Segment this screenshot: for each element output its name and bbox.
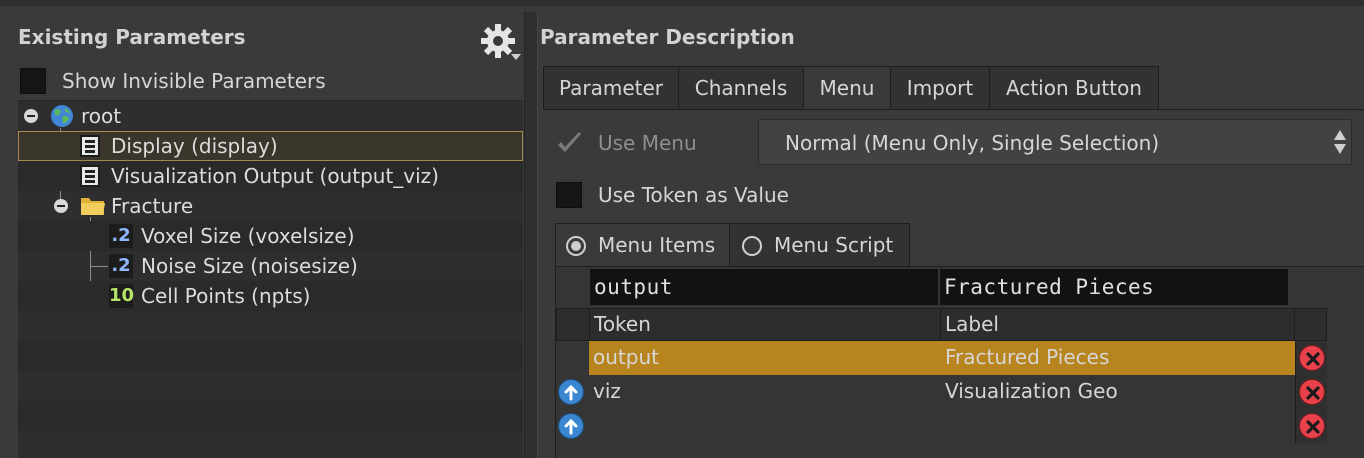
- menu-items-label: Menu Items: [598, 233, 716, 257]
- gear-icon[interactable]: [478, 22, 522, 62]
- tab-action-button[interactable]: Action Button: [989, 66, 1159, 110]
- existing-parameters-title: Existing Parameters: [18, 25, 246, 49]
- tree-item-root[interactable]: root: [18, 101, 523, 131]
- menu-item-row[interactable]: viz Visualization Geo: [589, 375, 1295, 409]
- token-column-header[interactable]: Token: [589, 308, 941, 341]
- menu-script-radio[interactable]: [742, 236, 762, 256]
- tree-empty-row: [18, 341, 523, 371]
- tree-item-display[interactable]: Display (display): [18, 131, 523, 161]
- delete-cell: [1295, 409, 1327, 443]
- float-parm-icon: .2: [109, 224, 133, 248]
- token-cell[interactable]: output: [593, 345, 659, 369]
- row-gutter: [556, 375, 589, 409]
- tab-import[interactable]: Import: [890, 66, 990, 110]
- panel-splitter[interactable]: [524, 12, 538, 458]
- menu-parm-icon: [80, 135, 100, 157]
- parameter-description-title: Parameter Description: [540, 25, 795, 49]
- collapse-icon[interactable]: [24, 109, 38, 123]
- tree-empty-row: [18, 311, 523, 341]
- tree-empty-row: [18, 431, 523, 458]
- token-cell[interactable]: viz: [593, 379, 621, 403]
- tree-empty-row: [18, 371, 523, 401]
- menu-type-value: Normal (Menu Only, Single Selection): [785, 131, 1160, 155]
- label-edit-field[interactable]: Fractured Pieces: [940, 269, 1288, 305]
- tree-item-visualization-output[interactable]: Visualization Output (output_viz): [18, 161, 523, 191]
- menu-item-row[interactable]: [589, 409, 1295, 443]
- label-column-header[interactable]: Label: [940, 308, 1295, 341]
- token-edit-field[interactable]: output: [590, 269, 938, 305]
- tree-item-noise-size[interactable]: .2 Noise Size (noisesize): [18, 251, 523, 281]
- tree-item-label: Noise Size (noisesize): [141, 254, 358, 278]
- tree-empty-row: [18, 401, 523, 431]
- tree-item-voxel-size[interactable]: .2 Voxel Size (voxelsize): [18, 221, 523, 251]
- delete-column-header: [1294, 308, 1327, 341]
- tree-item-label: Visualization Output (output_viz): [111, 164, 439, 188]
- menu-type-dropdown[interactable]: Normal (Menu Only, Single Selection): [758, 119, 1352, 165]
- delete-row-button[interactable]: [1299, 345, 1325, 371]
- tab-menu[interactable]: Menu: [803, 66, 891, 110]
- use-token-label: Use Token as Value: [598, 183, 789, 207]
- tab-parameter[interactable]: Parameter: [543, 66, 679, 110]
- move-up-button[interactable]: [558, 379, 584, 405]
- tree-item-label: root: [81, 104, 122, 128]
- delete-row-button[interactable]: [1299, 379, 1325, 405]
- folder-icon: [80, 195, 106, 217]
- menu-items-radio[interactable]: [566, 236, 586, 256]
- collapse-icon[interactable]: [54, 199, 68, 213]
- tree-item-label: Display (display): [111, 134, 278, 158]
- updown-arrow-icon: [1333, 126, 1347, 158]
- delete-cell: [1295, 341, 1327, 375]
- use-menu-checkbox[interactable]: [555, 130, 585, 158]
- show-invisible-checkbox[interactable]: [20, 68, 46, 94]
- delete-row-button[interactable]: [1299, 413, 1325, 439]
- parameter-tree[interactable]: root Display (display) Visualization Out…: [18, 100, 523, 458]
- globe-icon: [50, 104, 74, 128]
- move-up-button[interactable]: [558, 413, 584, 439]
- tree-item-label: Cell Points (npts): [141, 284, 311, 308]
- tree-item-fracture[interactable]: Fracture: [18, 191, 523, 221]
- tab-menu-script[interactable]: Menu Script: [729, 223, 910, 267]
- int-parm-icon: 10: [109, 284, 135, 308]
- tab-channels[interactable]: Channels: [678, 66, 804, 110]
- delete-cell: [1295, 375, 1327, 409]
- use-menu-label: Use Menu: [598, 131, 697, 155]
- label-cell[interactable]: Fractured Pieces: [945, 345, 1109, 369]
- menu-script-label: Menu Script: [774, 233, 894, 257]
- use-token-checkbox[interactable]: [556, 182, 582, 208]
- menu-parm-icon: [80, 165, 100, 187]
- row-handle-header: [556, 308, 590, 341]
- float-parm-icon: .2: [109, 254, 133, 278]
- menu-item-row[interactable]: output Fractured Pieces: [589, 341, 1295, 375]
- tree-item-cell-points[interactable]: 10 Cell Points (npts): [18, 281, 523, 311]
- tab-menu-items[interactable]: Menu Items: [555, 223, 730, 267]
- row-gutter: [556, 409, 589, 443]
- row-gutter: [556, 341, 589, 375]
- tree-item-label: Voxel Size (voxelsize): [141, 224, 355, 248]
- show-invisible-label: Show Invisible Parameters: [62, 69, 326, 93]
- tree-item-label: Fracture: [111, 194, 194, 218]
- label-cell[interactable]: Visualization Geo: [945, 379, 1118, 403]
